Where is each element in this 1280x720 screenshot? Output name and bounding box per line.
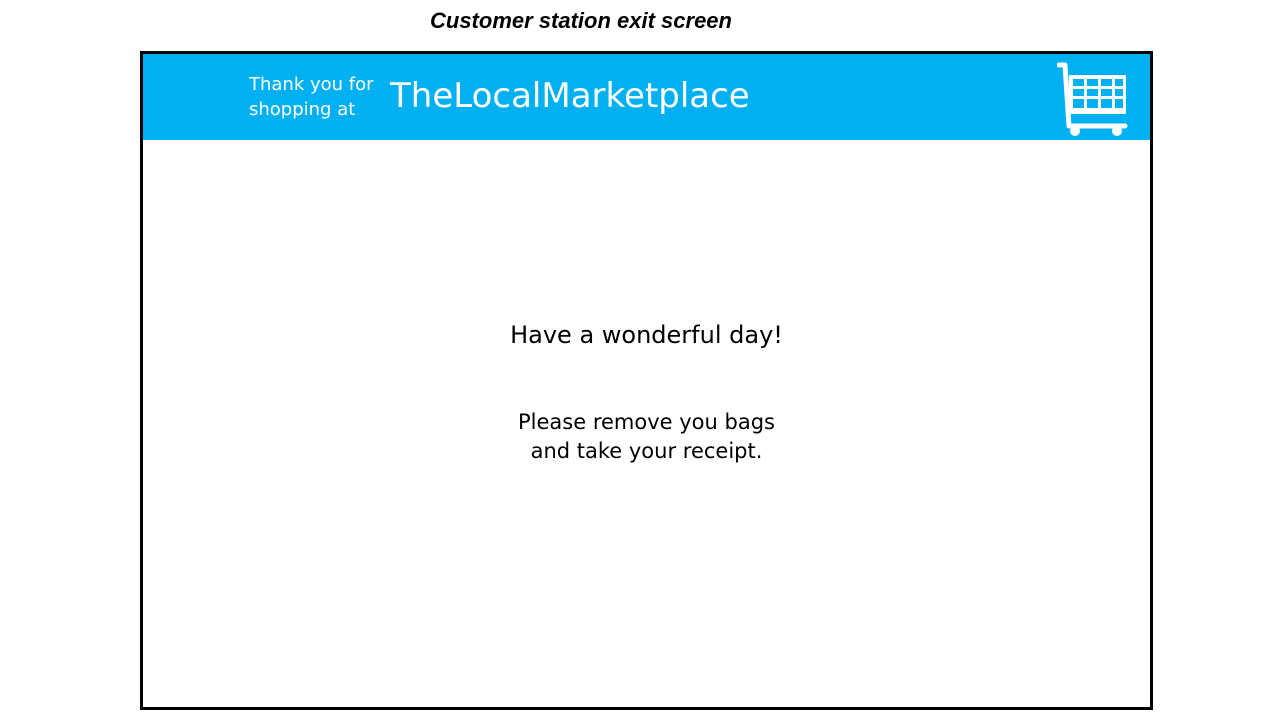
thank-you-line-2: shopping at: [249, 99, 356, 120]
header-bar: Thank you for shopping at TheLocalMarket…: [143, 54, 1150, 140]
thank-you-line-1: Thank you for: [249, 74, 374, 95]
instruction-line-2: and take your receipt.: [530, 439, 763, 463]
instruction-message: Please remove you bags and take your rec…: [143, 408, 1150, 466]
greeting-message: Have a wonderful day!: [510, 321, 783, 349]
shopping-cart-icon: [1057, 62, 1128, 136]
store-name: TheLocalMarketplace: [390, 76, 750, 116]
customer-station-screen: Thank you for shopping at TheLocalMarket…: [140, 51, 1153, 710]
instruction-line-1: Please remove you bags: [518, 410, 775, 434]
thank-you-text: Thank you for shopping at: [249, 72, 389, 122]
page-caption: Customer station exit screen: [430, 8, 732, 33]
